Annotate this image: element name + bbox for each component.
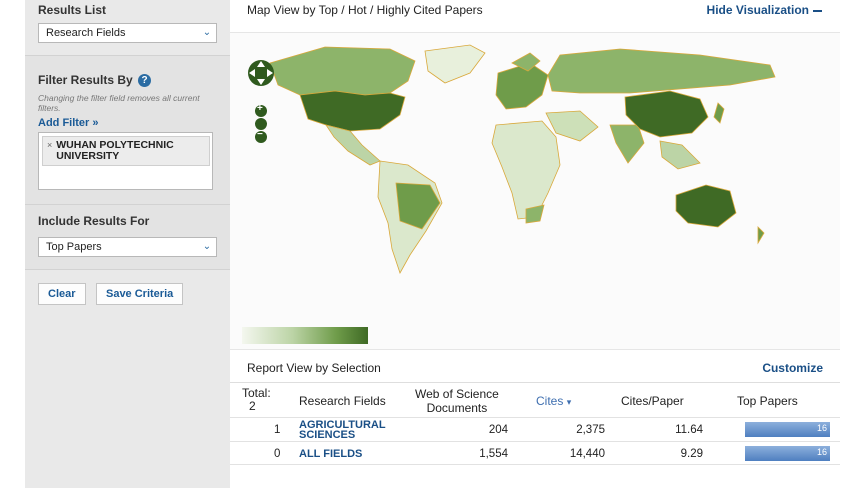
map-country xyxy=(757,226,765,245)
map-country xyxy=(675,184,737,228)
cites-per-paper-value: 9.29 xyxy=(680,448,703,460)
table-row: 1 AGRICULTURAL SCIENCES 204 2,375 11.64 … xyxy=(230,417,840,441)
top-papers-header[interactable]: Top Papers xyxy=(737,394,798,408)
map-country xyxy=(609,124,645,164)
cites-header[interactable]: Cites ▾ xyxy=(536,394,571,408)
field-line2: SCIENCES xyxy=(299,429,356,441)
add-filter-link[interactable]: Add Filter » xyxy=(38,117,217,129)
top-papers-bar[interactable]: 16 xyxy=(745,446,830,461)
include-title: Include Results For xyxy=(38,214,150,228)
save-criteria-button[interactable]: Save Criteria xyxy=(95,283,184,305)
results-list-section: Results List Research Fields ⌄ xyxy=(25,0,230,55)
include-select[interactable]: Top Papers ⌄ xyxy=(38,237,217,257)
filter-hint: Changing the filter field removes all cu… xyxy=(38,93,200,114)
sidebar: Results List Research Fields ⌄ Filter Re… xyxy=(25,0,230,488)
cites-header-label: Cites xyxy=(536,394,564,408)
cites-value: 14,440 xyxy=(569,448,605,460)
top-papers-value: 16 xyxy=(816,447,827,457)
map-country xyxy=(424,44,486,84)
main-panel: Map View by Top / Hot / Highly Cited Pap… xyxy=(230,0,840,488)
table-row: 0 ALL FIELDS 1,554 14,440 9.29 16 xyxy=(230,441,840,465)
remove-filter-icon[interactable]: × xyxy=(47,140,52,162)
wos-documents-value: 1,554 xyxy=(479,448,508,460)
research-field-link[interactable]: ALL FIELDS xyxy=(299,448,363,460)
map-country xyxy=(269,46,416,96)
cites-per-paper-value: 11.64 xyxy=(675,424,703,436)
top-papers-bar-track: 16 xyxy=(745,422,830,437)
filter-chip-label: WUHAN POLYTECHNIC UNIVERSITY xyxy=(56,139,174,163)
top-papers-bar[interactable]: 16 xyxy=(745,422,830,437)
map-navigation xyxy=(248,60,274,143)
filter-title: Filter Results By xyxy=(38,73,133,87)
wos-header-line2: Documents xyxy=(426,401,488,415)
cites-per-paper-header[interactable]: Cites/Paper xyxy=(621,394,684,408)
results-table: Total: 2 Research Fields Web of Science … xyxy=(230,382,840,465)
map-country xyxy=(659,140,701,170)
wos-documents-header[interactable]: Web of Science Documents xyxy=(415,387,499,415)
clear-button[interactable]: Clear xyxy=(38,283,86,305)
actions: Clear Save Criteria xyxy=(25,270,230,305)
map-title: Map View by Top / Hot / Highly Cited Pap… xyxy=(247,3,483,17)
help-icon[interactable]: ? xyxy=(138,74,152,88)
chevron-down-icon: ⌄ xyxy=(202,241,212,252)
top-papers-value: 16 xyxy=(816,423,827,433)
include-value: Top Papers xyxy=(46,241,102,253)
total-label: Total: xyxy=(242,386,271,400)
wos-header-line1: Web of Science xyxy=(415,387,499,401)
world-map[interactable]: + − xyxy=(230,32,840,350)
chevron-down-icon: ⌄ xyxy=(202,27,212,38)
results-list-value: Research Fields xyxy=(46,27,126,39)
map-country xyxy=(713,102,725,124)
map-country xyxy=(547,48,776,94)
field-line1: ALL FIELDS xyxy=(299,448,363,460)
hide-visualization-label: Hide Visualization xyxy=(706,3,809,17)
row-rank: 0 xyxy=(274,448,281,460)
research-field-link[interactable]: AGRICULTURAL SCIENCES xyxy=(299,420,386,441)
filter-section: Filter Results By ? Changing the filter … xyxy=(25,56,230,204)
total-count: 2 xyxy=(249,399,256,413)
map-country xyxy=(491,120,561,220)
row-rank: 1 xyxy=(274,424,281,436)
map-country xyxy=(299,90,406,132)
results-list-title: Results List xyxy=(38,3,107,17)
filter-box: × WUHAN POLYTECHNIC UNIVERSITY xyxy=(38,132,213,191)
total-header: Total: 2 xyxy=(242,387,271,413)
map-country xyxy=(495,62,549,110)
sort-desc-icon: ▾ xyxy=(566,397,572,407)
results-list-select[interactable]: Research Fields ⌄ xyxy=(38,23,217,43)
zoom-out-glyph: − xyxy=(257,129,263,140)
world-map-svg xyxy=(269,44,776,274)
report-title: Report View by Selection xyxy=(247,361,381,375)
zoom-in-glyph: + xyxy=(257,103,263,114)
include-section: Include Results For Top Papers ⌄ xyxy=(25,205,230,269)
filter-title-row: Filter Results By ? xyxy=(38,73,217,88)
research-fields-header[interactable]: Research Fields xyxy=(299,394,386,408)
customize-link[interactable]: Customize xyxy=(762,361,823,375)
hide-visualization-link[interactable]: Hide Visualization xyxy=(707,3,822,17)
pan-control-icon[interactable] xyxy=(248,60,274,86)
cites-value: 2,375 xyxy=(576,424,605,436)
table-header: Total: 2 Research Fields Web of Science … xyxy=(230,383,840,417)
wos-documents-value: 204 xyxy=(488,424,508,436)
top-papers-bar-track: 16 xyxy=(745,446,830,461)
map-legend xyxy=(242,327,368,344)
minus-icon xyxy=(813,9,822,12)
filter-chip: × WUHAN POLYTECHNIC UNIVERSITY xyxy=(42,136,210,167)
